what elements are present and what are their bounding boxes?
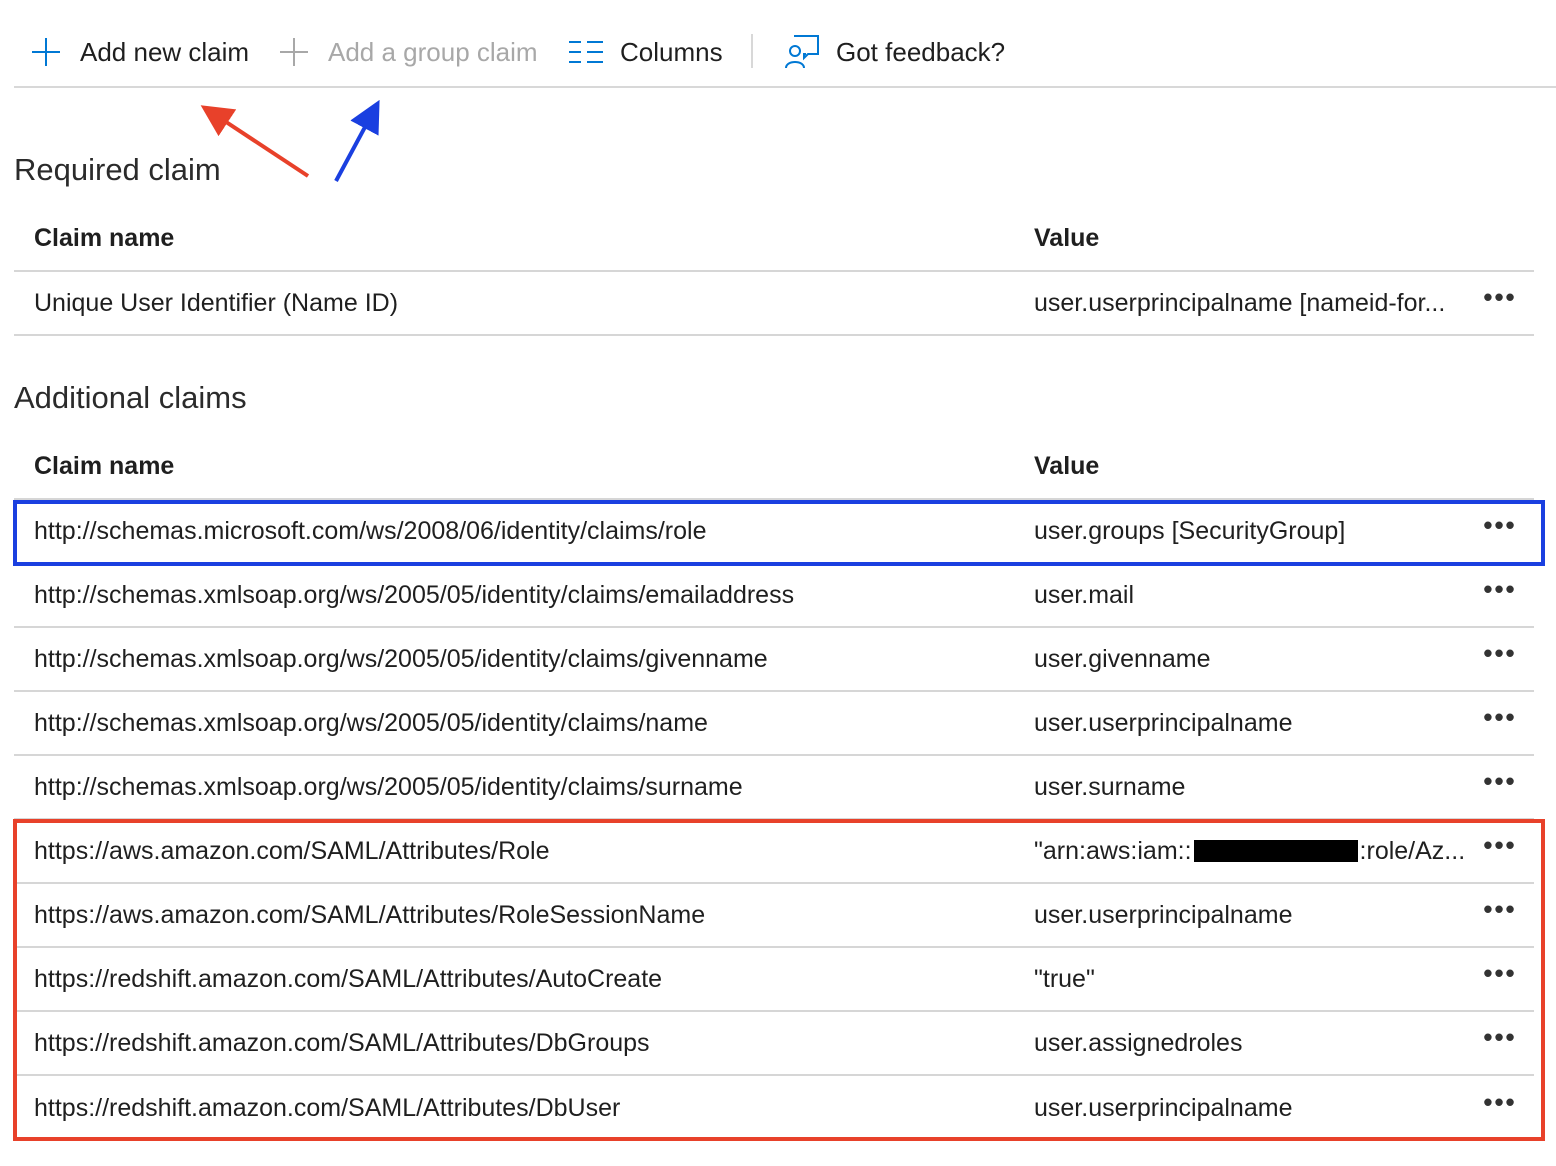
red-arrow (200, 105, 310, 178)
claim-name-cell: http://schemas.microsoft.com/ws/2008/06/… (34, 516, 707, 545)
more-options-button[interactable]: ••• (1480, 1012, 1520, 1074)
claim-value-cell: user.userprincipalname (1034, 900, 1293, 929)
more-icon: ••• (1483, 1086, 1517, 1117)
more-options-button[interactable]: ••• (1480, 820, 1520, 882)
blue-arrow (334, 99, 380, 182)
more-options-button[interactable]: ••• (1480, 756, 1520, 818)
more-icon: ••• (1483, 765, 1517, 796)
table-header: Claim name Value (14, 206, 1534, 272)
table-row[interactable]: Unique User Identifier (Name ID) user.us… (14, 272, 1534, 336)
add-group-claim-label: Add a group claim (328, 36, 538, 67)
claim-name-cell: http://schemas.xmlsoap.org/ws/2005/05/id… (34, 580, 795, 609)
column-header-value[interactable]: Value (1034, 434, 1469, 498)
claim-name-cell: http://schemas.xmlsoap.org/ws/2005/05/id… (34, 644, 768, 673)
claim-name-cell: https://redshift.amazon.com/SAML/Attribu… (34, 964, 663, 993)
claim-value-cell: user.userprincipalname (1034, 708, 1293, 737)
more-icon: ••• (1483, 637, 1517, 668)
more-icon: ••• (1483, 573, 1517, 604)
more-icon: ••• (1483, 829, 1517, 860)
table-row[interactable]: https://redshift.amazon.com/SAML/Attribu… (14, 948, 1534, 1012)
claim-value-prefix: "arn:aws:iam:: (1034, 836, 1192, 865)
got-feedback-label: Got feedback? (836, 36, 1006, 67)
table-row[interactable]: https://redshift.amazon.com/SAML/Attribu… (14, 1076, 1534, 1140)
more-icon: ••• (1483, 957, 1517, 988)
more-icon: ••• (1483, 509, 1517, 540)
add-new-claim-label: Add new claim (80, 36, 250, 67)
column-header-claim-name[interactable]: Claim name (34, 434, 174, 498)
column-header-value[interactable]: Value (1034, 206, 1469, 270)
required-claims-table: Claim name Value Unique User Identifier … (14, 206, 1534, 336)
table-row[interactable]: https://aws.amazon.com/SAML/Attributes/R… (14, 884, 1534, 948)
more-options-button[interactable]: ••• (1480, 500, 1520, 562)
claim-value-cell: "true" (1034, 964, 1095, 993)
feedback-icon (784, 34, 820, 70)
claim-value-text: user.userprincipalname [nameid-for... (1034, 288, 1446, 317)
columns-icon (568, 34, 604, 70)
claim-name-cell: https://aws.amazon.com/SAML/Attributes/R… (34, 900, 706, 929)
more-icon: ••• (1483, 701, 1517, 732)
claim-name-cell: https://redshift.amazon.com/SAML/Attribu… (34, 1093, 621, 1122)
claim-value-cell: "arn:aws:iam:: :role/Az... (1034, 820, 1469, 882)
more-options-button[interactable]: ••• (1480, 692, 1520, 754)
redacted-account-id (1193, 840, 1358, 862)
command-bar: Add new claim Add a group claim Columns (14, 0, 1556, 88)
more-icon: ••• (1483, 281, 1517, 312)
claim-value-cell: user.userprincipalname (1034, 1093, 1293, 1122)
table-row[interactable]: http://schemas.xmlsoap.org/ws/2005/05/id… (14, 692, 1534, 756)
table-row[interactable]: http://schemas.xmlsoap.org/ws/2005/05/id… (14, 628, 1534, 692)
additional-claims-table: Claim name Value http://schemas.microsof… (14, 434, 1534, 1140)
claim-name-cell: Unique User Identifier (Name ID) (34, 288, 399, 317)
claim-name-cell: http://schemas.xmlsoap.org/ws/2005/05/id… (34, 708, 708, 737)
more-options-button[interactable]: ••• (1480, 884, 1520, 946)
table-row[interactable]: http://schemas.microsoft.com/ws/2008/06/… (14, 500, 1534, 564)
plus-icon (28, 34, 64, 70)
got-feedback-button[interactable]: Got feedback? (784, 22, 1005, 82)
toolbar-divider (751, 34, 753, 68)
more-options-button[interactable]: ••• (1480, 948, 1520, 1010)
more-options-button[interactable]: ••• (1480, 564, 1520, 626)
add-new-claim-button[interactable]: Add new claim (28, 22, 249, 82)
more-options-button[interactable]: ••• (1480, 1076, 1520, 1140)
more-options-button[interactable]: ••• (1480, 628, 1520, 690)
claim-value-cell: user.surname (1034, 772, 1186, 801)
columns-button[interactable]: Columns (568, 22, 723, 82)
columns-label: Columns (620, 36, 723, 67)
claim-name-cell: https://redshift.amazon.com/SAML/Attribu… (34, 1028, 650, 1057)
table-row[interactable]: http://schemas.xmlsoap.org/ws/2005/05/id… (14, 564, 1534, 628)
add-group-claim-button[interactable]: Add a group claim (276, 22, 538, 82)
table-row[interactable]: http://schemas.xmlsoap.org/ws/2005/05/id… (14, 756, 1534, 820)
claim-name-cell: http://schemas.xmlsoap.org/ws/2005/05/id… (34, 772, 743, 801)
claim-value-cell: user.userprincipalname [nameid-for... (1034, 272, 1469, 334)
more-options-button[interactable]: ••• (1480, 272, 1520, 334)
claim-value-cell: user.groups [SecurityGroup] (1034, 516, 1346, 545)
more-icon: ••• (1483, 893, 1517, 924)
table-row[interactable]: https://redshift.amazon.com/SAML/Attribu… (14, 1012, 1534, 1076)
plus-icon (276, 34, 312, 70)
required-claim-title: Required claim (14, 152, 221, 187)
claim-value-suffix: :role/Az... (1359, 836, 1466, 865)
column-header-claim-name[interactable]: Claim name (34, 206, 174, 270)
additional-claims-title: Additional claims (14, 380, 247, 415)
claim-value-cell: user.givenname (1034, 644, 1211, 673)
claim-value-cell: user.mail (1034, 580, 1135, 609)
claim-name-cell: https://aws.amazon.com/SAML/Attributes/R… (34, 836, 550, 865)
more-icon: ••• (1483, 1021, 1517, 1052)
claim-value-cell: user.assignedroles (1034, 1028, 1243, 1057)
table-row[interactable]: https://aws.amazon.com/SAML/Attributes/R… (14, 820, 1534, 884)
table-header: Claim name Value (14, 434, 1534, 500)
